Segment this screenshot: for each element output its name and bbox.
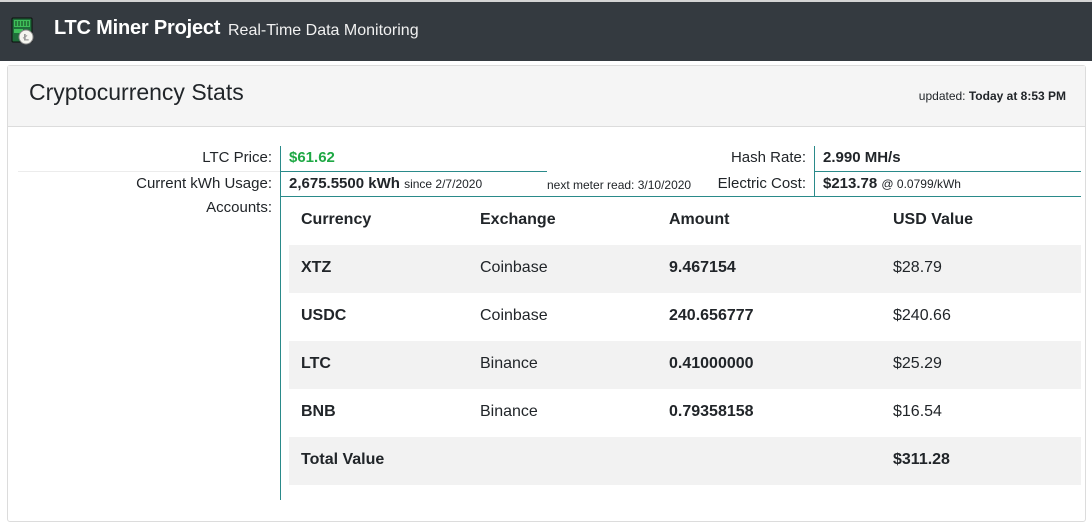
cell-exchange: Binance <box>480 403 538 420</box>
header-usd-value: USD Value <box>893 211 974 228</box>
cell-usd-value: $240.66 <box>893 307 951 324</box>
total-label: Total Value <box>301 451 385 468</box>
header-currency: Currency <box>301 211 372 228</box>
updated-value: Today at 8:53 PM <box>968 89 1066 103</box>
header-exchange: Exchange <box>480 211 556 228</box>
ltc-price-label: LTC Price: <box>202 149 272 166</box>
table-total-row: Total Value $311.28 <box>289 437 1081 485</box>
total-value: $311.28 <box>893 451 950 468</box>
updated-label: updated: <box>918 89 966 103</box>
top-navbar: Ł LTC Miner Project Real-Time Data Monit… <box>0 0 1092 61</box>
kwh-since-date: since 2/7/2020 <box>404 177 483 191</box>
price-row-underline <box>281 171 547 172</box>
cell-exchange: Coinbase <box>480 259 548 276</box>
kwh-usage-value: 2,675.5500 kWh since 2/7/2020 <box>289 175 482 192</box>
hash-rate-value: 2.990 MH/s <box>823 149 901 166</box>
stats-vertical-divider <box>280 146 281 500</box>
electric-rate: @ 0.0799/kWh <box>881 177 961 191</box>
cell-currency: LTC <box>301 355 331 372</box>
table-header-row: Currency Exchange Amount USD Value <box>289 197 1081 245</box>
brand-title[interactable]: LTC Miner Project <box>54 17 220 40</box>
table-row: LTC Binance 0.41000000 $25.29 <box>289 341 1081 389</box>
hash-rate-label: Hash Rate: <box>730 149 806 166</box>
table-row: BNB Binance 0.79358158 $16.54 <box>289 389 1081 437</box>
table-row: USDC Coinbase 240.656777 $240.66 <box>289 293 1081 341</box>
cell-usd-value: $25.29 <box>893 355 942 372</box>
hash-row-underline <box>815 171 1081 172</box>
cell-usd-value: $16.54 <box>893 403 942 420</box>
electric-cost-amount: $213.78 <box>823 175 878 192</box>
header-amount: Amount <box>669 211 730 228</box>
cell-currency: XTZ <box>301 259 332 276</box>
cell-currency: USDC <box>301 307 347 324</box>
cell-exchange: Binance <box>480 355 538 372</box>
electric-cost-value: $213.78 @ 0.0799/kWh <box>823 175 961 192</box>
electric-cost-label: Electric Cost: <box>717 175 806 192</box>
kwh-usage-label: Current kWh Usage: <box>136 175 272 192</box>
cell-amount: 0.79358158 <box>669 403 754 420</box>
cell-amount: 9.467154 <box>669 259 736 276</box>
cell-exchange: Coinbase <box>480 307 548 324</box>
card-header: Cryptocurrency Stats updated: Today at 8… <box>8 66 1085 127</box>
accounts-label: Accounts: <box>206 199 272 216</box>
cell-amount: 240.656777 <box>669 307 754 324</box>
ltc-miner-logo-icon[interactable]: Ł <box>9 17 37 45</box>
svg-text:Ł: Ł <box>22 34 29 44</box>
navbar-top-border <box>0 0 1092 2</box>
label-divider <box>18 171 280 172</box>
updated-timestamp: updated: Today at 8:53 PM <box>919 89 1066 103</box>
cell-usd-value: $28.79 <box>893 259 942 276</box>
table-row: XTZ Coinbase 9.467154 $28.79 <box>289 245 1081 293</box>
cell-currency: BNB <box>301 403 336 420</box>
kwh-usage-amount: 2,675.5500 kWh <box>289 175 400 192</box>
brand-tagline: Real-Time Data Monitoring <box>228 22 419 39</box>
cell-amount: 0.41000000 <box>669 355 754 372</box>
card-title: Cryptocurrency Stats <box>29 79 244 105</box>
ltc-price-value: $61.62 <box>289 149 335 166</box>
